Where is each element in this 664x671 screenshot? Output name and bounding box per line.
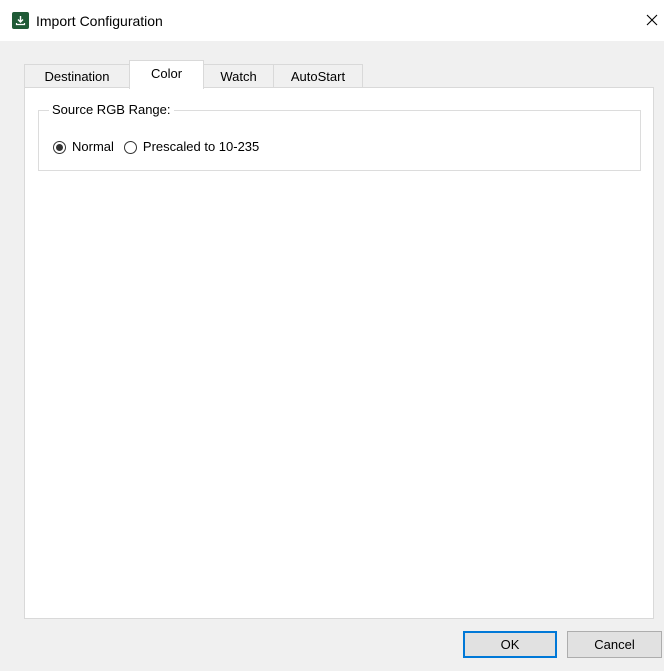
rgb-range-options: Normal Prescaled to 10-235 [53,138,269,156]
tab-destination[interactable]: Destination [24,64,130,88]
color-tab-panel: Source RGB Range: Normal Prescaled to 10… [24,87,654,619]
tab-autostart[interactable]: AutoStart [273,64,363,88]
title-bar: Import Configuration [0,0,664,41]
radio-normal-label[interactable]: Normal [72,138,114,156]
radio-selected-dot [56,143,63,151]
close-button[interactable] [646,6,664,34]
radio-prescaled-indicator[interactable] [123,140,137,154]
tab-color[interactable]: Color [129,60,204,89]
radio-normal-indicator[interactable] [53,140,66,154]
radio-normal[interactable]: Normal [53,138,114,156]
tab-strip: Destination Color Watch AutoStart [24,59,363,89]
window-title: Import Configuration [36,13,163,29]
import-app-icon [12,12,29,29]
tab-watch[interactable]: Watch [203,64,274,88]
close-icon [646,14,658,26]
cancel-button[interactable]: Cancel [567,631,662,658]
source-rgb-range-group: Source RGB Range: Normal Prescaled to 10… [38,101,641,171]
ok-button[interactable]: OK [463,631,557,658]
source-rgb-range-label: Source RGB Range: [49,101,174,119]
radio-prescaled-label[interactable]: Prescaled to 10-235 [143,138,259,156]
import-configuration-dialog: Import Configuration Destination Color W… [0,0,664,671]
radio-prescaled[interactable]: Prescaled to 10-235 [123,138,259,156]
